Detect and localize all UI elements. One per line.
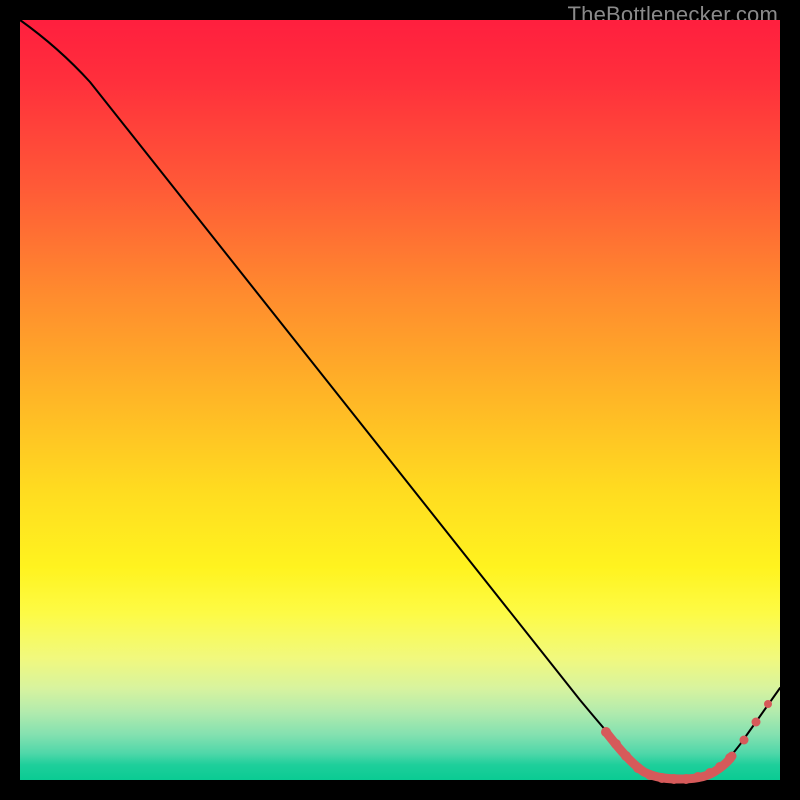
marker-dot bbox=[657, 773, 667, 783]
bottleneck-curve bbox=[20, 20, 780, 778]
marker-dot bbox=[611, 739, 621, 749]
marker-dot bbox=[715, 762, 725, 772]
marker-dot bbox=[621, 751, 631, 761]
curve-svg bbox=[20, 20, 780, 780]
marker-dot bbox=[601, 727, 611, 737]
marker-dot bbox=[669, 774, 679, 784]
marker-dot bbox=[681, 774, 691, 784]
marker-dot bbox=[705, 768, 715, 778]
marker-dot bbox=[693, 772, 703, 782]
marker-dot bbox=[740, 736, 749, 745]
plot-area bbox=[20, 20, 780, 780]
marker-dot bbox=[764, 700, 772, 708]
marker-dot bbox=[633, 763, 643, 773]
chart-canvas: TheBottlenecker.com bbox=[0, 0, 800, 800]
marker-dot bbox=[752, 718, 761, 727]
marker-dot bbox=[725, 753, 735, 763]
marker-dot bbox=[645, 770, 655, 780]
